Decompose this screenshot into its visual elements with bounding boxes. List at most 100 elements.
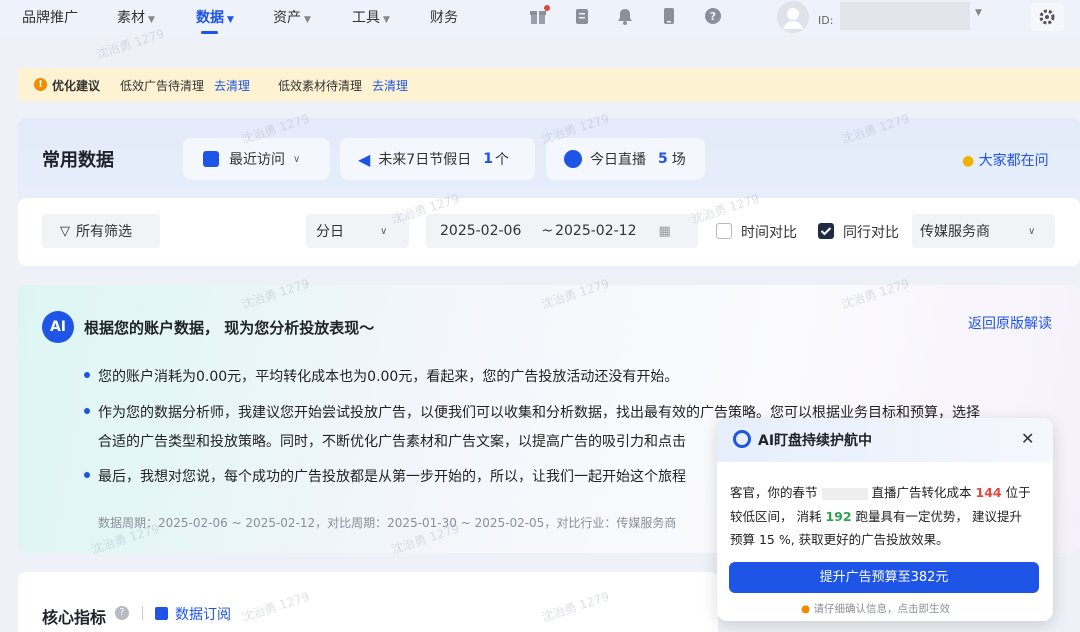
user-id-label: ID: [818, 14, 834, 27]
popup-text: 位于 [1005, 485, 1031, 500]
analysis-paragraph-1: 您的账户消耗为0.00元，平均转化成本也为0.00元，看起来，您的广告投放活动还… [98, 369, 679, 385]
analysis-paragraph-3: 最后，我想对您说，每个成功的广告投放都是从第一步开始的，所以，让我们一起开始这个… [98, 469, 686, 485]
nav-item-label: 品牌推广 [22, 10, 78, 26]
data-period-footer: 数据周期：2025-02-06 ~ 2025-02-12，对比周期：2025-0… [98, 516, 677, 530]
peer-compare-label: 同行对比 [843, 225, 899, 241]
popup-line-2: 较低区间， 消耗 192 跑量具有一定优势， 建议提升 [730, 506, 1022, 525]
warning-icon: ● [801, 603, 811, 615]
notice-text-ads: 低效广告待清理 [120, 79, 205, 93]
nav-item-material[interactable]: 素材 ▼ [117, 7, 155, 27]
date-start[interactable]: 2025-02-06 [440, 223, 521, 239]
megaphone-icon: ◀ [358, 149, 371, 169]
all-filters-label: 所有筛选 [76, 224, 132, 240]
popup-title: AI盯盘持续护航中 [758, 433, 873, 449]
date-range-picker[interactable]: 2025-02-06 ~ 2025-02-12 ▦ [426, 214, 698, 248]
date-end[interactable]: 2025-02-12 [555, 223, 636, 239]
clean-materials-link[interactable]: 去清理 [372, 77, 408, 94]
back-original-link[interactable]: 返回原版解读 [968, 313, 1052, 333]
top-nav: 品牌推广 素材 ▼ 数据 ▼ 资产 ▼ 工具 ▼ 财务 ? ID: ▼ [0, 0, 1080, 36]
notice-text-materials: 低效素材待清理 [278, 79, 363, 93]
divider [142, 606, 143, 620]
clean-ads-link[interactable]: 去清理 [214, 77, 250, 94]
industry-select[interactable]: 传媒服务商 ∨ [912, 214, 1055, 248]
live-unit: 场 [671, 152, 686, 168]
bullet [84, 472, 90, 478]
help-icon[interactable]: ? [115, 606, 129, 620]
user-name-redacted [840, 2, 970, 30]
increase-budget-button[interactable]: 提升广告预算至382元 [729, 562, 1039, 593]
holiday-label: 未来7日节假日 [378, 152, 472, 168]
ai-monitor-popup: AI盯盘持续护航中 ✕ 客官，你的春节 直播广告转化成本 144 位于 较低区间，… [717, 418, 1053, 621]
ai-badge-icon: AI [42, 311, 74, 343]
nav-item-label: 素材 [117, 10, 145, 26]
faq-link[interactable]: ● 大家都在问 [962, 150, 1049, 170]
nav-item-brand[interactable]: 品牌推广 [22, 7, 78, 27]
live-count: 5 [658, 151, 668, 167]
granularity-value: 分日 [316, 224, 344, 240]
chevron-down-icon: ▼ [304, 15, 311, 25]
analysis-paragraph-2-line-2: 合适的广告类型和投放策略。同时，不断优化广告素材和广告文案，以提高广告的吸引力和… [98, 434, 686, 450]
chevron-down-icon: ▼ [227, 15, 234, 25]
notice-title: 优化建议 [52, 79, 101, 93]
phone-icon[interactable] [659, 6, 679, 26]
close-icon[interactable]: ✕ [1021, 429, 1034, 448]
faq-label: 大家都在问 [978, 153, 1049, 169]
chevron-down-icon: ∨ [380, 225, 388, 237]
filter-icon: ▽ [60, 223, 70, 239]
today-live-button[interactable]: 今日直播 5 场 [546, 138, 705, 180]
holiday-unit: 个 [494, 152, 509, 168]
recent-label: 最近访问 [229, 152, 285, 168]
help-icon[interactable]: ? [703, 6, 723, 26]
time-compare-checkbox[interactable] [716, 223, 732, 239]
nav-item-label: 数据 [196, 10, 224, 26]
section-title: 常用数据 [42, 150, 114, 171]
svg-text:?: ? [710, 10, 716, 23]
popup-text: 较低区间， 消耗 [730, 509, 822, 524]
redacted-block [821, 487, 868, 500]
popup-text: 直播广告转化成本 [871, 485, 972, 500]
nav-item-tools[interactable]: 工具 ▼ [352, 7, 390, 27]
recent-visits-dropdown[interactable]: 最近访问 ∨ [183, 138, 330, 180]
ai-logo-icon [733, 430, 751, 448]
conversion-cost-value: 144 [975, 485, 1002, 500]
chevron-down-icon[interactable]: ▼ [975, 8, 982, 18]
all-filters-button[interactable]: ▽ 所有筛选 [42, 214, 160, 248]
data-subscribe-link[interactable]: 数据订阅 [175, 604, 231, 624]
ai-heading: 根据您的账户数据， 现为您分析投放表现～ [84, 319, 375, 337]
nav-item-assets[interactable]: 资产 ▼ [273, 7, 311, 27]
spend-value: 192 [825, 509, 852, 524]
active-tab-indicator [201, 31, 218, 34]
chevron-down-icon: ▼ [383, 15, 390, 25]
nav-item-data[interactable]: 数据 ▼ [196, 7, 234, 27]
live-label: 今日直播 [590, 152, 646, 168]
check-icon [820, 227, 832, 236]
document-icon [203, 151, 219, 167]
time-compare-label: 时间对比 [741, 225, 797, 241]
nav-item-label: 资产 [273, 10, 301, 26]
popup-text: 跑量具有一定优势， 建议提升 [855, 509, 1023, 524]
nav-item-finance[interactable]: 财务 [430, 7, 458, 27]
granularity-select[interactable]: 分日 ∨ [306, 214, 409, 248]
bulb-icon: ● [962, 153, 975, 169]
popup-line-1: 客官，你的春节 直播广告转化成本 144 位于 [730, 482, 1031, 501]
gift-icon[interactable] [528, 5, 550, 26]
warning-icon: ! [34, 78, 47, 91]
core-metrics-section [18, 572, 718, 632]
bell-icon[interactable] [615, 6, 635, 26]
bullet [84, 408, 90, 414]
subscribe-icon [155, 607, 168, 620]
chevron-down-icon: ▼ [148, 15, 155, 25]
date-separator: ~ [541, 223, 554, 239]
chevron-down-icon: ∨ [293, 153, 301, 165]
calendar-icon: ▦ [658, 223, 671, 239]
avatar[interactable] [777, 1, 809, 33]
live-chart-icon [564, 150, 582, 168]
holiday-button[interactable]: ◀ 未来7日节假日 1 个 [340, 138, 535, 180]
nav-item-label: 财务 [430, 10, 458, 26]
popup-text: 客官，你的春节 [730, 485, 818, 500]
document-icon[interactable] [572, 6, 592, 26]
industry-value: 传媒服务商 [920, 224, 990, 240]
settings-button[interactable] [1030, 3, 1064, 31]
peer-compare-checkbox[interactable] [818, 223, 834, 239]
notification-dot [544, 5, 550, 11]
